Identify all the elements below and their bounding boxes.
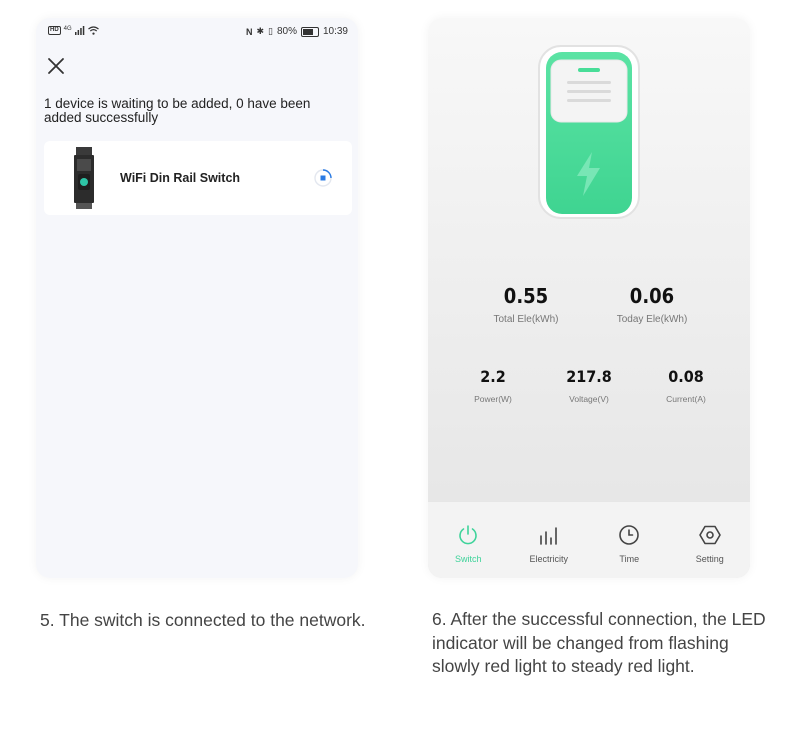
tab-setting-label: Setting — [695, 554, 724, 564]
voltage-label: Voltage(V) — [569, 394, 609, 404]
power-value: 2.2 — [480, 367, 506, 386]
current-value: 0.08 — [668, 367, 704, 386]
bluetooth-icon: ✱ — [256, 26, 264, 36]
tab-time-label: Time — [619, 554, 640, 564]
status-bar: HD 4G N ✱ ▯ 80% 10:39 — [48, 26, 348, 40]
tab-electricity-label: Electricity — [529, 554, 568, 564]
today-ele-label: Today Ele(kWh) — [616, 314, 688, 325]
right-phone-screen: 0.55 Total Ele(kWh) 0.06 Today Ele(kWh) … — [428, 18, 750, 578]
tab-electricity[interactable]: Electricity — [509, 502, 590, 578]
device-illustration — [538, 45, 640, 219]
hd-badge: HD — [48, 26, 61, 35]
metric-voltage: 217.8 Voltage(V) — [549, 367, 629, 404]
caption-step-5: 5. The switch is connected to the networ… — [40, 610, 366, 630]
current-label: Current(A) — [666, 394, 706, 404]
caption-step-6-line3: slowly red light to steady red light. — [432, 656, 695, 676]
power-icon — [459, 525, 477, 545]
caption-step-6-line2: indicator will be changed from flashing — [432, 632, 729, 653]
metric-total-ele: 0.55 Total Ele(kWh) — [476, 284, 576, 325]
clock-icon — [619, 525, 640, 545]
battery-percent: 80% — [276, 26, 297, 37]
left-phone-screen: HD 4G N ✱ ▯ 80% 10:39 1 device is waitin… — [36, 18, 358, 578]
total-ele-label: Total Ele(kWh) — [493, 314, 559, 325]
today-ele-value: 0.06 — [629, 284, 675, 308]
metric-power: 2.2 Power(W) — [453, 367, 533, 404]
nfc-icon: N — [245, 26, 253, 37]
tab-setting[interactable]: Setting — [670, 502, 751, 578]
metric-current: 0.08 Current(A) — [646, 367, 726, 404]
battery-icon — [300, 26, 319, 37]
close-button[interactable] — [46, 56, 66, 76]
total-ele-value: 0.55 — [503, 284, 549, 308]
tab-time[interactable]: Time — [589, 502, 670, 578]
bottom-tab-bar: Switch Electricity Time Setting — [428, 501, 750, 578]
hex-gear-icon — [698, 525, 721, 545]
loading-spinner-icon — [314, 169, 332, 187]
clock-time: 10:39 — [322, 26, 348, 37]
din-rail-switch-image — [74, 147, 94, 209]
bar-chart-icon — [539, 527, 557, 545]
waiting-message: 1 device is waiting to be added, 0 have … — [44, 96, 311, 125]
voltage-value: 217.8 — [566, 367, 612, 386]
signal-icon — [74, 26, 84, 35]
device-list-item[interactable]: WiFi Din Rail Switch — [44, 141, 352, 215]
power-label: Power(W) — [474, 394, 512, 404]
vibrate-icon: ▯ — [268, 26, 273, 36]
device-name: WiFi Din Rail Switch — [120, 171, 241, 185]
wifi-icon — [87, 26, 99, 35]
metric-today-ele: 0.06 Today Ele(kWh) — [602, 284, 702, 325]
close-icon — [48, 58, 64, 74]
tab-switch[interactable]: Switch — [428, 502, 509, 578]
caption-step-6-line1: 6. After the successful connection, the … — [432, 609, 766, 629]
caption-step-6: 6. After the successful connection, the … — [432, 608, 782, 679]
network-type: 4G — [63, 25, 72, 32]
tab-switch-label: Switch — [454, 554, 482, 564]
